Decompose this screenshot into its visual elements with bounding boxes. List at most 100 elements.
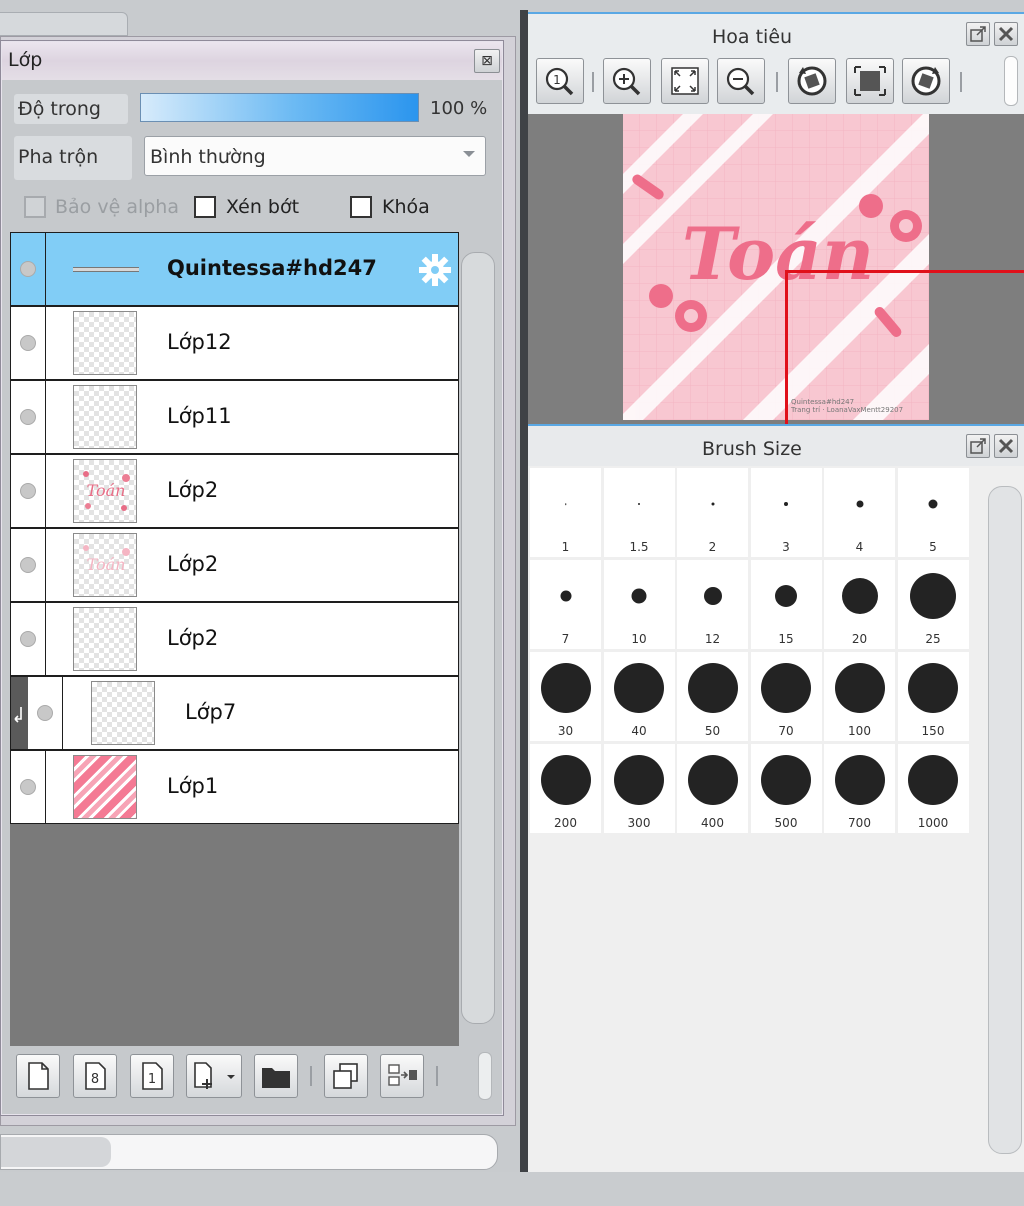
brush-size-cell[interactable]: 30 <box>530 652 601 741</box>
close-icon[interactable] <box>994 434 1018 458</box>
rotate-left-button[interactable] <box>788 58 836 104</box>
brush-size-cell[interactable]: 1000 <box>897 744 969 833</box>
merge-layer-icon <box>388 1064 417 1086</box>
layer-row[interactable]: Lớp1 <box>10 750 459 824</box>
brush-size-cell[interactable]: 25 <box>897 560 969 649</box>
layer-row[interactable]: Lớp11 <box>10 380 459 454</box>
brush-size-cell[interactable]: 2 <box>677 468 748 557</box>
visibility-toggle[interactable] <box>11 455 46 527</box>
visibility-toggle[interactable] <box>11 307 46 379</box>
horizontal-scrollbar[interactable] <box>0 1134 498 1170</box>
brush-size-cell[interactable]: 150 <box>897 652 969 741</box>
opacity-value: 100 % <box>430 98 488 119</box>
brush-dot-icon <box>614 663 664 713</box>
brush-size-cell[interactable]: 400 <box>677 744 748 833</box>
viewport-indicator[interactable] <box>785 270 1024 430</box>
layer-list-scrollbar[interactable] <box>461 252 495 1024</box>
zoom-out-icon <box>726 67 755 96</box>
brush-size-cell[interactable]: 500 <box>750 744 822 833</box>
new-8bit-layer-button[interactable]: 8 <box>73 1054 117 1098</box>
zoom-in-button[interactable] <box>603 58 651 104</box>
brush-size-cell[interactable]: 7 <box>530 560 601 649</box>
brush-size-label: 10 <box>631 632 647 646</box>
brush-size-cell[interactable]: 70 <box>750 652 822 741</box>
toolbar-separator <box>436 1066 438 1086</box>
gear-icon[interactable] <box>418 253 452 287</box>
popout-icon[interactable] <box>966 434 990 458</box>
text-layer-icon <box>73 267 139 272</box>
layer-row[interactable]: Quintessa#hd247 <box>10 232 459 306</box>
svg-text:8: 8 <box>91 1072 99 1087</box>
fit-canvas-button[interactable] <box>846 58 894 104</box>
brush-size-cell[interactable]: 300 <box>603 744 675 833</box>
zoom-actual-button[interactable]: 1 <box>536 58 584 104</box>
clipping-checkbox[interactable] <box>194 196 216 218</box>
visibility-toggle[interactable] <box>28 677 63 749</box>
layer-row[interactable]: Lớp2 <box>10 602 459 676</box>
layer-panel-titlebar[interactable]: Lớp ⊠ <box>2 42 502 80</box>
layer-row[interactable]: Lớp12 <box>10 306 459 380</box>
new-folder-button[interactable] <box>254 1054 298 1098</box>
visibility-toggle[interactable] <box>11 751 46 823</box>
navigator-preview[interactable]: Toán Quintessa#hd247 Trang trí · LoanaVa… <box>528 114 1024 430</box>
navigator-title: Hoa tiêu <box>712 26 793 48</box>
fit-window-button[interactable] <box>661 58 709 104</box>
brush-size-cell[interactable]: 100 <box>824 652 895 741</box>
brush-size-cell[interactable]: 1 <box>530 468 601 557</box>
brush-size-cell[interactable]: 3 <box>750 468 822 557</box>
brush-dot-icon <box>540 663 591 713</box>
brush-size-cell[interactable]: 20 <box>824 560 895 649</box>
brush-size-label: 500 <box>774 816 798 830</box>
visibility-toggle[interactable] <box>11 233 46 305</box>
brush-size-label: 20 <box>851 632 868 646</box>
panel-divider[interactable] <box>520 10 528 1172</box>
brush-size-titlebar[interactable]: Brush Size <box>528 426 1024 466</box>
layer-name: Quintessa#hd247 <box>167 256 377 280</box>
eye-icon <box>20 409 36 425</box>
opacity-slider[interactable] <box>140 93 419 122</box>
brush-size-cell[interactable]: 12 <box>677 560 748 649</box>
visibility-toggle[interactable] <box>11 381 46 453</box>
brush-size-cell[interactable]: 10 <box>603 560 675 649</box>
new-layer-menu-button[interactable] <box>186 1054 242 1098</box>
panel-tab[interactable] <box>0 12 128 36</box>
brush-dot-icon <box>687 663 738 713</box>
brush-size-scrollbar[interactable] <box>988 486 1022 1154</box>
visibility-toggle[interactable] <box>11 603 46 675</box>
new-layer-button[interactable] <box>16 1054 60 1098</box>
close-icon[interactable]: ⊠ <box>474 49 500 73</box>
svg-text:Toán: Toán <box>87 555 126 574</box>
rotate-right-button[interactable] <box>902 58 950 104</box>
layer-row[interactable]: Toán Lớp2 <box>10 454 459 528</box>
brush-size-cell[interactable]: 4 <box>824 468 895 557</box>
scrollbar-thumb[interactable] <box>1 1137 111 1167</box>
zoom-out-button[interactable] <box>717 58 765 104</box>
brush-size-label: 300 <box>627 816 651 830</box>
navigator-scroll-handle[interactable] <box>1004 56 1018 106</box>
layer-row[interactable]: Lớp7 <box>10 676 459 750</box>
brush-size-label: 25 <box>925 632 941 646</box>
brush-size-label: 4 <box>855 540 864 554</box>
merge-layer-button[interactable] <box>380 1054 424 1098</box>
popout-icon[interactable] <box>966 22 990 46</box>
lock-checkbox[interactable] <box>350 196 372 218</box>
toolbar-scroll-handle[interactable] <box>478 1052 492 1100</box>
blend-mode-select[interactable]: Bình thường <box>144 136 486 176</box>
visibility-toggle[interactable] <box>11 529 46 601</box>
brush-size-cell[interactable]: 200 <box>530 744 601 833</box>
new-1bit-layer-button[interactable]: 1 <box>130 1054 174 1098</box>
brush-size-cell[interactable]: 5 <box>897 468 969 557</box>
protect-alpha-checkbox[interactable] <box>24 196 46 218</box>
brush-size-cell[interactable]: 15 <box>750 560 822 649</box>
layer-name: Lớp2 <box>167 478 219 502</box>
brush-dot-icon <box>638 503 640 505</box>
layer-panel-title: Lớp <box>8 49 43 71</box>
brush-size-cell[interactable]: 40 <box>603 652 675 741</box>
new-8bit-layer-icon: 8 <box>85 1062 106 1090</box>
brush-size-cell[interactable]: 50 <box>677 652 748 741</box>
duplicate-layer-button[interactable] <box>324 1054 368 1098</box>
brush-size-cell[interactable]: 700 <box>824 744 895 833</box>
layer-row[interactable]: Toán Lớp2 <box>10 528 459 602</box>
brush-size-cell[interactable]: 1.5 <box>603 468 675 557</box>
close-icon[interactable] <box>994 22 1018 46</box>
